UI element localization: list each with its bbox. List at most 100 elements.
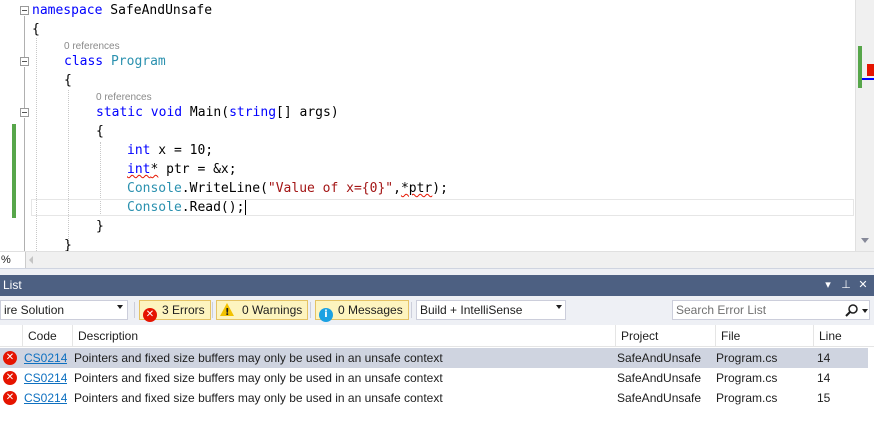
change-bar: [12, 124, 16, 218]
table-row[interactable]: ✕ CS0214 Pointers and fixed size buffers…: [0, 368, 868, 388]
code-line-brace[interactable]: {: [32, 21, 40, 39]
keyword: int: [127, 143, 151, 158]
error-file: Program.cs: [716, 391, 778, 405]
messages-filter-button[interactable]: i 0 Messages: [315, 300, 409, 322]
vertical-scrollbar[interactable]: [855, 0, 874, 251]
code-line-brace[interactable]: {: [96, 123, 104, 141]
search-icon[interactable]: [845, 303, 859, 317]
error-file: Program.cs: [716, 371, 778, 385]
table-header: Code Description Project File Line: [0, 325, 874, 347]
collapse-icon[interactable]: [20, 6, 29, 15]
chevron-down-icon[interactable]: [862, 309, 868, 313]
code-line-writeline[interactable]: Console.WriteLine("Value of x={0}",*ptr)…: [127, 180, 448, 198]
scope-dropdown[interactable]: ire Solution: [0, 300, 128, 320]
scroll-left-icon[interactable]: [29, 256, 33, 264]
codelens-references[interactable]: 0 references: [64, 40, 120, 54]
keyword: string: [229, 105, 277, 120]
errors-count: 3 Errors: [162, 303, 205, 317]
search-box[interactable]: [672, 300, 870, 320]
table-row[interactable]: ✕ CS0214 Pointers and fixed size buffers…: [0, 348, 868, 368]
scroll-down-icon[interactable]: [861, 238, 869, 243]
build-filter-dropdown[interactable]: Build + IntelliSense: [416, 300, 566, 320]
column-header-project[interactable]: Project: [615, 325, 715, 347]
code-line-brace[interactable]: {: [64, 72, 72, 90]
code-line-namespace[interactable]: namespace SafeAndUnsafe: [32, 2, 212, 20]
string-literal: "Value of x={0}": [267, 181, 394, 196]
error-list-panel: List ▾ ⊥ ✕ ire Solution ✕ 3 Errors 0 Warn…: [0, 268, 874, 447]
error-description: Pointers and fixed size buffers may only…: [74, 351, 443, 365]
codelens-references[interactable]: 0 references: [96, 91, 152, 105]
brace: }: [64, 238, 72, 251]
pin-icon[interactable]: ⊥: [840, 275, 852, 296]
errors-filter-button[interactable]: ✕ 3 Errors: [139, 300, 211, 322]
keyword: void: [150, 105, 183, 120]
error-project: SafeAndUnsafe: [617, 351, 702, 365]
messages-count: 0 Messages: [338, 303, 403, 317]
error-code-link[interactable]: CS0214: [24, 368, 67, 388]
statement-end: );: [432, 181, 448, 196]
code-line-int-ptr[interactable]: int* ptr = &x;: [127, 161, 237, 179]
class-name: Program: [110, 54, 166, 69]
code-line-brace[interactable]: }: [96, 218, 104, 236]
error-file: Program.cs: [716, 351, 778, 365]
chevron-down-icon[interactable]: [117, 305, 123, 309]
error-icon: ✕: [143, 308, 157, 322]
keyword: class: [64, 54, 104, 69]
column-header-description[interactable]: Description: [72, 325, 615, 347]
error-code-link[interactable]: CS0214: [24, 388, 67, 408]
indent-guide: [68, 90, 69, 251]
error-line: 14: [817, 351, 831, 365]
message-icon: i: [319, 308, 333, 322]
brace: }: [96, 219, 104, 234]
code-line-main[interactable]: static void Main(string[] args): [96, 104, 339, 122]
brace: {: [96, 124, 104, 139]
code-line-read[interactable]: Console.Read();: [127, 199, 247, 217]
outline-line: [24, 67, 25, 108]
error-table: Code Description Project File Line ✕ CS0…: [0, 325, 874, 447]
code-line-brace[interactable]: }: [64, 237, 72, 251]
build-filter-value: Build + IntelliSense: [420, 303, 523, 317]
error-line: 15: [817, 391, 831, 405]
method-name: Main(: [182, 105, 230, 120]
keyword: static: [96, 105, 143, 120]
code-editor[interactable]: namespace SafeAndUnsafe { 0 references c…: [0, 0, 874, 251]
dropdown-icon[interactable]: ▾: [822, 275, 834, 296]
column-header-code[interactable]: Code: [22, 325, 72, 347]
error-project: SafeAndUnsafe: [617, 371, 702, 385]
method-call: .WriteLine(: [181, 181, 268, 196]
panel-title: List: [3, 278, 22, 292]
error-line: 14: [817, 371, 831, 385]
code-line-class[interactable]: class Program: [64, 53, 166, 71]
brace: {: [64, 73, 72, 88]
separator: [212, 302, 213, 318]
type-name: Console: [127, 200, 182, 215]
type-name: Console: [127, 181, 182, 196]
keyword: namespace: [32, 3, 103, 18]
overview-error-marker[interactable]: [867, 64, 874, 76]
close-icon[interactable]: ✕: [857, 275, 869, 296]
overview-change-marker: [858, 46, 862, 88]
table-row[interactable]: ✕ CS0214 Pointers and fixed size buffers…: [0, 388, 868, 408]
collapse-icon[interactable]: [20, 108, 29, 117]
zoom-level[interactable]: %: [0, 252, 26, 268]
error-code-link[interactable]: CS0214: [24, 348, 67, 368]
chevron-down-icon[interactable]: [556, 305, 562, 309]
column-header-file[interactable]: File: [715, 325, 813, 347]
text-caret: [245, 200, 247, 215]
panel-title-bar[interactable]: List ▾ ⊥ ✕: [0, 275, 874, 296]
collapse-icon[interactable]: [20, 57, 29, 66]
horizontal-scrollbar[interactable]: %: [0, 251, 874, 268]
error-squiggle[interactable]: int*: [127, 162, 158, 177]
warning-icon: [220, 303, 234, 322]
column-header-line[interactable]: Line: [813, 325, 868, 347]
error-project: SafeAndUnsafe: [617, 391, 702, 405]
overview-caret-marker: [862, 78, 874, 80]
scope-value: ire Solution: [4, 303, 65, 317]
error-squiggle[interactable]: *ptr: [401, 181, 432, 196]
code-line-int-x[interactable]: int x = 10;: [127, 142, 213, 160]
outline-line: [24, 16, 25, 57]
separator: [411, 302, 412, 318]
error-icon: ✕: [3, 391, 17, 405]
warnings-filter-button[interactable]: 0 Warnings: [216, 300, 309, 322]
search-input[interactable]: [676, 302, 842, 318]
